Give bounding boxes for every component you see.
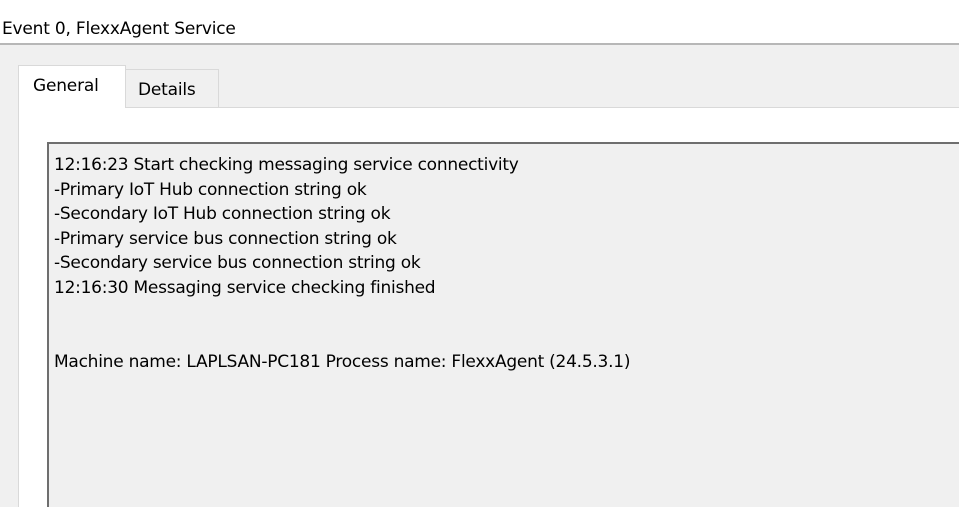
message-line: 12:16:30 Messaging service checking fini… <box>54 277 436 298</box>
tab-details[interactable]: Details <box>126 69 219 107</box>
machine-info-line: Machine name: LAPLSAN-PC181 Process name… <box>54 351 631 372</box>
general-tab-panel: 12:16:23 Start checking messaging servic… <box>18 107 959 507</box>
dialog-body: General Details 12:16:23 Start checking … <box>0 45 959 507</box>
event-message-box[interactable]: 12:16:23 Start checking messaging servic… <box>47 142 959 507</box>
message-line: -Primary service bus connection string o… <box>54 228 397 249</box>
message-line: -Secondary service bus connection string… <box>54 253 421 274</box>
tab-general[interactable]: General <box>18 65 126 108</box>
message-line: -Secondary IoT Hub connection string ok <box>54 204 391 225</box>
event-properties-window: Event 0, FlexxAgent Service General Deta… <box>0 0 959 507</box>
message-line: 12:16:23 Start checking messaging servic… <box>54 155 519 175</box>
title-bar: Event 0, FlexxAgent Service <box>0 0 959 45</box>
message-line: -Primary IoT Hub connection string ok <box>54 179 367 200</box>
window-title: Event 0, FlexxAgent Service <box>2 19 236 39</box>
tab-strip: General Details <box>18 65 959 108</box>
